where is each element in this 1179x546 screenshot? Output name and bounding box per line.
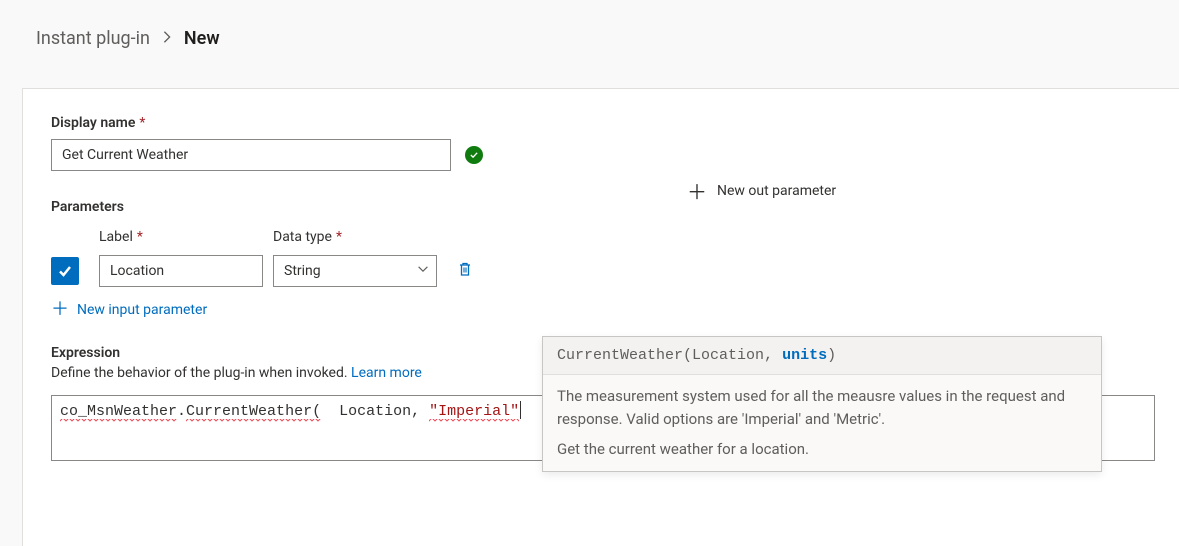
param-datatype-select[interactable]: String (273, 255, 437, 287)
param-checkbox[interactable] (51, 257, 79, 285)
param-header-datatype: Data type* (273, 229, 447, 255)
new-input-parameter-button[interactable]: ＋ New input parameter (51, 301, 207, 319)
main-panel: Display name* Parameters Label* Data typ… (22, 88, 1179, 546)
delete-param-button[interactable] (457, 261, 473, 281)
text-cursor (520, 401, 521, 419)
intellisense-func-doc: Get the current weather for a location. (557, 438, 1087, 461)
breadcrumb: Instant plug-in New (36, 28, 220, 49)
breadcrumb-current: New (184, 28, 220, 49)
display-name-input[interactable] (51, 139, 451, 171)
new-out-parameter-button[interactable]: ＋ New out parameter (687, 176, 836, 205)
trash-icon (457, 261, 473, 281)
chevron-down-icon (416, 262, 430, 280)
param-label-input[interactable] (99, 255, 263, 287)
display-name-label: Display name* (51, 115, 1151, 131)
chevron-right-icon (160, 28, 174, 49)
breadcrumb-parent[interactable]: Instant plug-in (36, 28, 150, 49)
intellisense-tooltip: CurrentWeather(Location, units) The meas… (542, 336, 1102, 472)
param-datatype-value: String (284, 263, 321, 279)
intellisense-param-doc: The measurement system used for all the … (557, 385, 1087, 430)
plus-icon: ＋ (51, 301, 69, 319)
param-header-label: Label* (99, 229, 273, 255)
plus-icon: ＋ (687, 176, 707, 205)
intellisense-signature: CurrentWeather(Location, units) (543, 337, 1101, 375)
parameters-table: Label* Data type* String (51, 229, 1151, 287)
check-circle-icon (465, 146, 483, 164)
parameters-title: Parameters (51, 199, 1151, 215)
learn-more-link[interactable]: Learn more (351, 365, 422, 381)
